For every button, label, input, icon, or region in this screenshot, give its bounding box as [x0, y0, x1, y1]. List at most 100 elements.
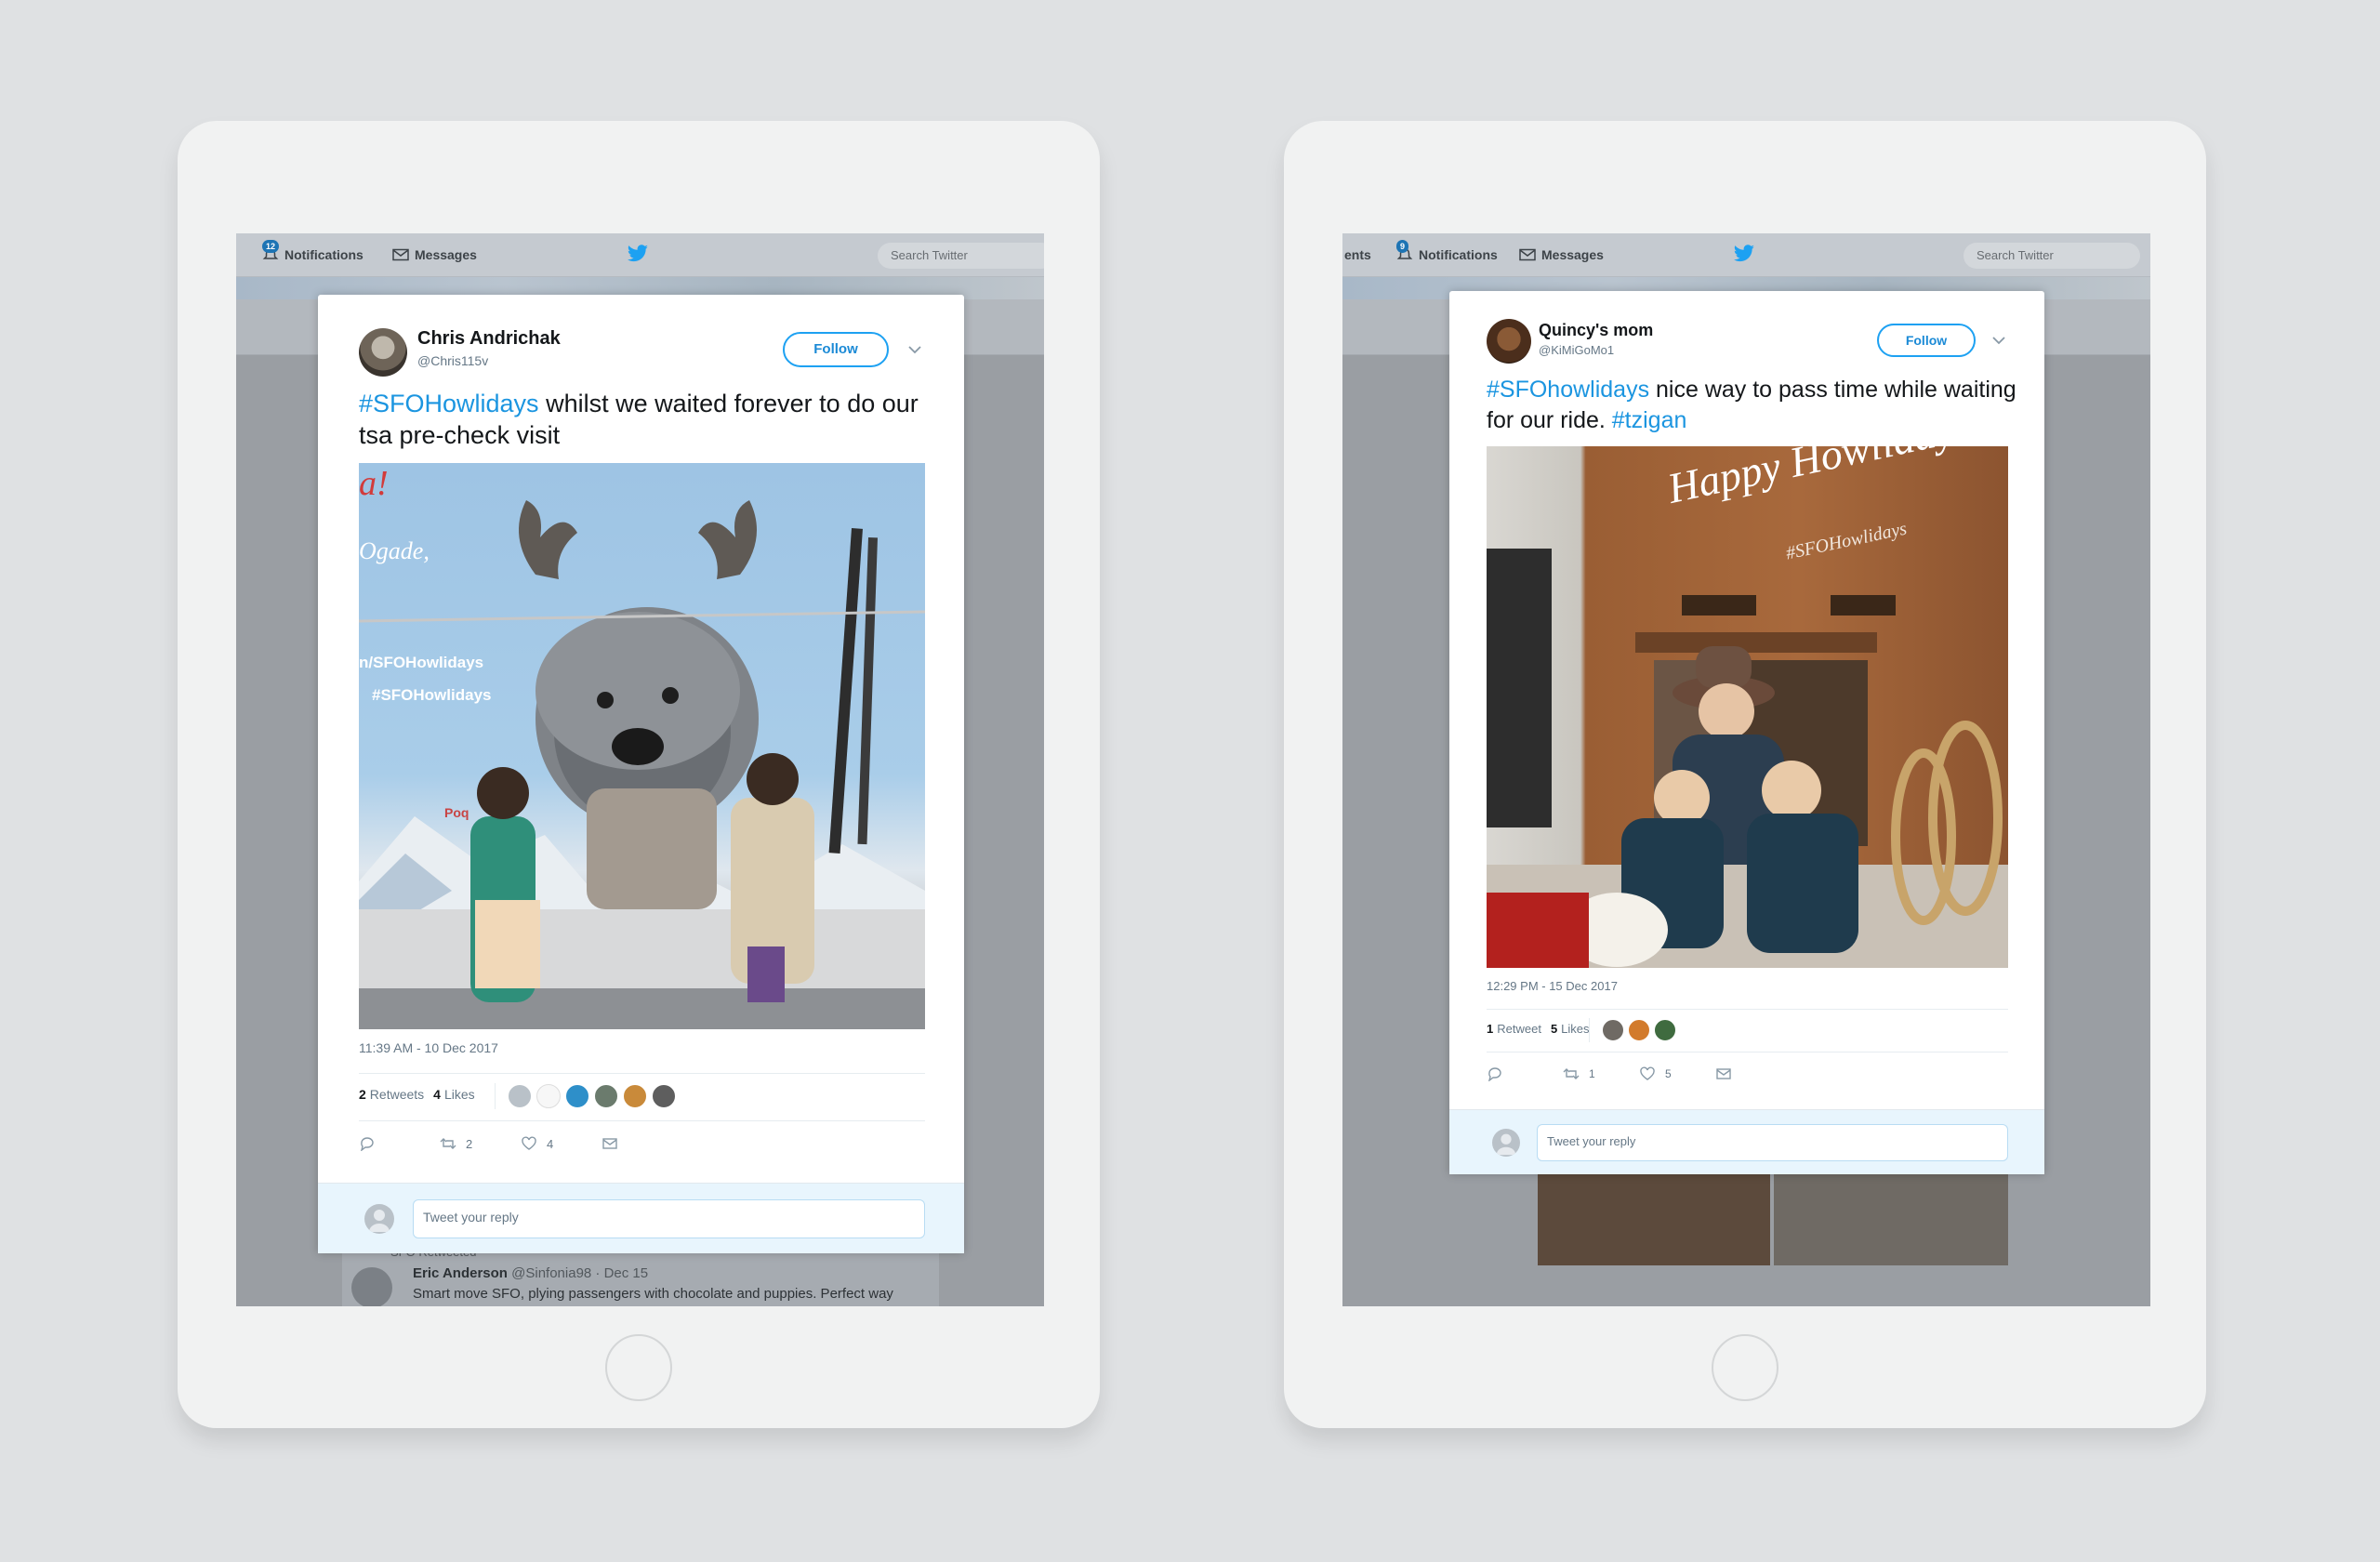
background-tweet-header: Eric Anderson @Sinfonia98 · Dec 15 — [413, 1265, 648, 1281]
like-action[interactable]: 5 — [1639, 1066, 1715, 1081]
photo-poq-text: Poq — [444, 805, 469, 820]
search-input[interactable]: Search Twitter — [878, 243, 1044, 269]
like-action[interactable]: 4 — [521, 1136, 602, 1151]
tweet-hashtag[interactable]: #SFOHowlidays — [359, 390, 539, 417]
direct-message-icon — [602, 1138, 617, 1149]
chevron-down-icon[interactable] — [1992, 337, 2005, 345]
nav-moments-partial[interactable]: ents — [1344, 247, 1371, 262]
photo-illustration — [359, 500, 925, 1029]
retweets-label[interactable]: Retweets — [370, 1087, 424, 1102]
liker-avatar[interactable] — [1602, 1019, 1624, 1041]
photo-illustration — [1487, 549, 2008, 968]
reply-action[interactable] — [1487, 1066, 1563, 1081]
reply-input[interactable]: Tweet your reply — [1537, 1124, 2008, 1161]
tweet-timestamp[interactable]: 12:29 PM - 15 Dec 2017 — [1487, 979, 1618, 993]
author-name[interactable]: Quincy's mom — [1539, 321, 1653, 340]
tweet-actions: 2 4 — [359, 1136, 618, 1151]
author-avatar[interactable] — [359, 328, 407, 377]
liker-avatar[interactable] — [1628, 1019, 1650, 1041]
liker-avatars — [508, 1084, 676, 1108]
heart-icon — [522, 1136, 536, 1150]
reply-icon — [361, 1137, 374, 1151]
follow-button[interactable]: Follow — [783, 332, 889, 367]
reply-bar: Tweet your reply — [318, 1183, 964, 1253]
like-action-count: 5 — [1665, 1067, 1672, 1080]
twitter-nav-bar: 12 Notifications Messages Search Twitter — [236, 233, 1044, 277]
chevron-down-icon[interactable] — [908, 346, 921, 354]
nav-notifications[interactable]: 12 Notifications — [262, 240, 364, 262]
reply-bar: Tweet your reply — [1449, 1109, 2044, 1174]
like-action-count: 4 — [547, 1136, 554, 1151]
tweet-text: #SFOHowlidays whilst we waited forever t… — [359, 388, 935, 451]
retweet-action[interactable]: 2 — [440, 1136, 521, 1151]
direct-message-action[interactable] — [1715, 1066, 1732, 1081]
tablet-left: 12 Notifications Messages Search Twitter… — [178, 121, 1100, 1428]
home-button[interactable] — [605, 1334, 672, 1401]
author-handle[interactable]: @Chris115v — [417, 353, 488, 368]
retweets-count: 2 — [359, 1087, 366, 1102]
likes-label[interactable]: Likes — [1561, 1022, 1589, 1036]
tweet-photo[interactable]: n/SFOHowlidays #SFOHowlidays Ogade, a! P… — [359, 463, 925, 1029]
reply-action[interactable] — [359, 1136, 440, 1151]
tweet-timestamp[interactable]: 11:39 AM - 10 Dec 2017 — [359, 1040, 498, 1055]
nav-messages-label: Messages — [415, 247, 477, 262]
twitter-bird-icon[interactable] — [627, 245, 649, 263]
author-handle[interactable]: @KiMiGoMo1 — [1539, 343, 1614, 357]
direct-message-icon — [1716, 1068, 1731, 1079]
default-avatar-icon — [364, 1204, 394, 1234]
retweet-icon — [1563, 1068, 1580, 1079]
divider — [359, 1120, 925, 1121]
background-avatar — [351, 1267, 392, 1306]
likes-label[interactable]: Likes — [444, 1087, 475, 1102]
divider — [1487, 1009, 2008, 1010]
stats-separator — [495, 1083, 496, 1109]
divider — [359, 1073, 925, 1074]
nav-messages[interactable]: Messages — [1519, 247, 1604, 262]
likes-count: 4 — [433, 1087, 441, 1102]
author-name[interactable]: Chris Andrichak — [417, 328, 561, 350]
retweet-action-count: 2 — [466, 1136, 473, 1151]
direct-message-action[interactable] — [602, 1136, 618, 1151]
retweets-count: 1 — [1487, 1022, 1494, 1036]
tweet-hashtag[interactable]: #SFOhowlidays — [1487, 377, 1649, 403]
author-avatar[interactable] — [1487, 319, 1531, 364]
twitter-nav-bar: ents 9 Notifications Messages Search Twi… — [1342, 233, 2150, 277]
heart-icon — [1640, 1066, 1655, 1080]
tweet-card: Quincy's mom @KiMiGoMo1 Follow #SFOhowli… — [1449, 291, 2044, 1174]
notifications-badge: 12 — [262, 240, 280, 253]
nav-notifications[interactable]: 9 Notifications — [1396, 240, 1498, 262]
liker-avatar[interactable] — [508, 1084, 532, 1108]
liker-avatar[interactable] — [623, 1084, 647, 1108]
tweet-hashtag-2[interactable]: #tzigan — [1612, 407, 1687, 433]
background-tweet[interactable]: SFO Retweeted Eric Anderson @Sinfonia98 … — [342, 1245, 939, 1306]
likes-count: 5 — [1550, 1022, 1558, 1036]
home-button[interactable] — [1712, 1334, 1778, 1401]
retweet-action[interactable]: 1 — [1563, 1066, 1639, 1081]
search-input[interactable]: Search Twitter — [1964, 243, 2140, 269]
tweet-actions: 1 5 — [1487, 1066, 1732, 1081]
default-avatar-icon — [1492, 1129, 1520, 1157]
retweets-label[interactable]: Retweet — [1497, 1022, 1541, 1036]
nav-notifications-label: Notifications — [1419, 247, 1498, 262]
photo-caption-line2: #SFOHowlidays — [372, 686, 492, 704]
twitter-bird-icon[interactable] — [1733, 245, 1755, 263]
bell-icon: 9 — [1396, 240, 1413, 261]
tweet-photo[interactable]: Happy Howlidays! #SFOHowlidays — [1487, 446, 2008, 968]
liker-avatar[interactable] — [594, 1084, 618, 1108]
retweet-icon — [440, 1138, 456, 1149]
notifications-badge: 9 — [1396, 240, 1409, 253]
tablet-screen: ents 9 Notifications Messages Search Twi… — [1342, 233, 2150, 1306]
photo-edge-text: Ogade, — [359, 537, 430, 564]
mail-icon — [392, 248, 409, 261]
stats-separator — [1589, 1018, 1590, 1042]
tweet-card: Chris Andrichak @Chris115v Follow #SFOHo… — [318, 295, 964, 1253]
retweet-action-count: 1 — [1589, 1067, 1595, 1080]
reply-icon — [1488, 1067, 1501, 1081]
liker-avatar[interactable] — [565, 1084, 589, 1108]
reply-input[interactable]: Tweet your reply — [413, 1199, 925, 1238]
liker-avatar[interactable] — [536, 1084, 561, 1108]
follow-button[interactable]: Follow — [1877, 324, 1976, 357]
liker-avatar[interactable] — [1654, 1019, 1676, 1041]
liker-avatar[interactable] — [652, 1084, 676, 1108]
nav-messages[interactable]: Messages — [392, 247, 477, 262]
